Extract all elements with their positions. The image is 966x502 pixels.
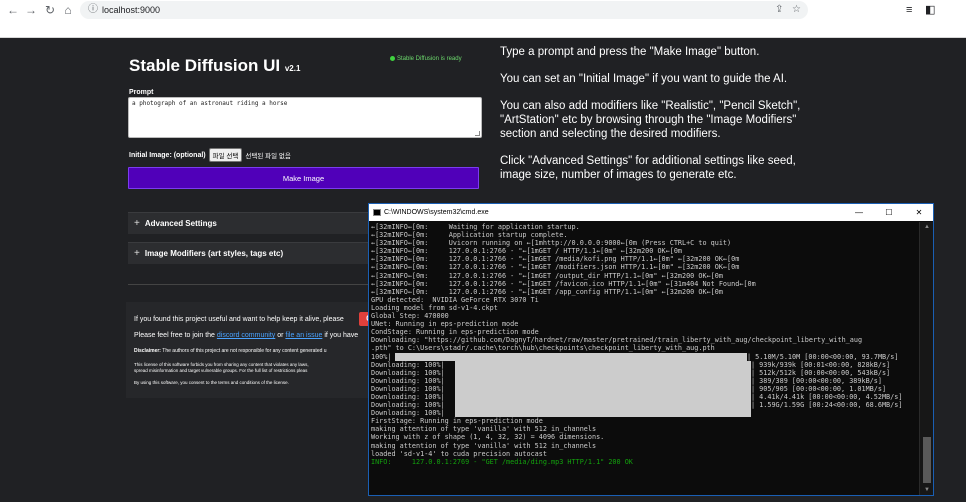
progress-bar [455, 360, 751, 369]
no-file-text: 선택된 파일 없음 [245, 153, 291, 160]
reload-icon[interactable]: ↻ [41, 2, 59, 18]
cmd-line: Global Step: 470000 [371, 312, 449, 321]
cmd-line: ←[32mINFO←[0m: 127.0.0.1:2766 - "←[1mGET… [371, 279, 756, 288]
cmd-line: GPU detected: NVIDIA GeForce RTX 3070 Ti [371, 295, 539, 304]
cmd-line: ←[32mINFO←[0m: 127.0.0.1:2766 - "←[1mGET… [371, 271, 723, 280]
support-section: If you found this project useful and wan… [126, 302, 376, 398]
cmd-line: INFO: 127.0.0.1:2769 - "GET /media/ding.… [371, 457, 633, 466]
cmd-line: Downloading: 100%| [371, 409, 917, 418]
image-modifiers-toggle[interactable]: + Image Modifiers (art styles, tags etc) [128, 242, 378, 264]
cmd-window[interactable]: C:\WINDOWS\system32\cmd.exe — ☐ ✕ ←[32mI… [368, 203, 934, 496]
advanced-settings-toggle[interactable]: + Advanced Settings [128, 212, 378, 234]
prompt-input[interactable]: a photograph of an astronaut riding a ho… [128, 97, 482, 138]
bookmark-star-icon[interactable]: ☆ [792, 1, 801, 19]
cmd-line: ←[32mINFO←[0m: 127.0.0.1:2766 - "←[1mGET… [371, 247, 682, 256]
progress-bar [455, 409, 751, 418]
url-text: localhost:9000 [102, 5, 161, 15]
initial-image-row: Initial Image: (optional) 파일 선택 선택된 파일 없… [129, 148, 291, 162]
cmd-line: ←[32mINFO←[0m: 127.0.0.1:2766 - "←[1mGET… [371, 263, 740, 272]
cmd-line: UNet: Running in eps-prediction mode [371, 320, 519, 329]
initial-image-label: Initial Image: (optional) [129, 151, 206, 159]
home-icon[interactable]: ⌂ [59, 2, 77, 18]
discord-link[interactable]: discord community [217, 332, 275, 339]
cmd-line: CondStage: Running in eps-prediction mod… [371, 328, 539, 337]
status-dot-icon [390, 56, 395, 61]
progress-stats: | 939k/939k [00:01<00:00, 828kB/s] [751, 360, 891, 369]
plus-icon: + [134, 248, 140, 259]
cmd-line: ←[32mINFO←[0m: Waiting for application s… [371, 223, 580, 231]
help-paragraph: Click "Advanced Settings" for additional… [500, 155, 796, 181]
disclaimer-text: Disclaimer: The authors of this project … [134, 348, 327, 354]
cmd-line: Loading model from sd-v1-4.ckpt [371, 303, 498, 312]
cmd-icon [373, 209, 381, 216]
cmd-line: making attention of type 'vanilla' with … [371, 425, 597, 434]
cmd-title: C:\WINDOWS\system32\cmd.exe [384, 209, 489, 216]
cmd-line: Downloading: 100%| | 1.59G/1.59G [00:24<0… [371, 401, 903, 410]
cmd-line: FirstStage: Running in eps-prediction mo… [371, 417, 543, 426]
cmd-line: ←[32mINFO←[0m: Uvicorn running on ←[1mht… [371, 239, 732, 248]
scroll-down-icon[interactable]: ▼ [920, 485, 934, 495]
status-indicator: Stable Diffusion is ready [390, 56, 462, 62]
help-paragraph: Type a prompt and press the "Make Image"… [500, 46, 760, 58]
plus-icon: + [134, 218, 140, 229]
progress-bar [455, 401, 751, 410]
minimize-button[interactable]: — [845, 204, 873, 221]
cmd-line: loaded 'sd-v1-4' to cuda precision autoc… [371, 449, 547, 458]
help-paragraph: You can set an "Initial Image" if you wa… [500, 73, 788, 85]
reading-list-icon[interactable]: ≡ [906, 2, 912, 18]
back-icon[interactable]: ← [4, 2, 22, 18]
cmd-line: Downloading: "https://github.com/DagnyT/… [371, 336, 863, 345]
progress-stats: | 905/905 [00:00<00:00, 1.01MB/s] [751, 384, 887, 393]
progress-bar [455, 384, 751, 393]
side-panel-icon[interactable]: ◧ [925, 2, 935, 18]
share-icon[interactable]: ⇪ [775, 1, 783, 19]
cmd-title-bar[interactable]: C:\WINDOWS\system32\cmd.exe — ☐ ✕ [369, 204, 933, 221]
app-title: Stable Diffusion UI v2.1 [129, 56, 301, 75]
progress-bar [455, 368, 751, 377]
choose-file-button[interactable]: 파일 선택 [208, 148, 243, 162]
close-button[interactable]: ✕ [905, 204, 933, 221]
file-issue-link[interactable]: file an issue [285, 332, 322, 339]
progress-stats: | 4.41k/4.41k [00:00<00:00, 4.52MB/s] [751, 392, 903, 401]
site-info-icon[interactable]: ⓘ [88, 1, 98, 19]
browser-toolbar: ← → ↻ ⌂ ⓘ localhost:9000 ⇪ ☆ ≡ ◧ [0, 0, 966, 38]
cmd-line: ←[32mINFO←[0m: Application startup compl… [371, 231, 568, 240]
support-text: If you found this project useful and wan… [134, 316, 344, 323]
license-text: This license of this software forbids yo… [134, 362, 309, 373]
cmd-line: .pth" to C:\Users\stadr/.cache\torch\hub… [371, 344, 715, 353]
cmd-line: Downloading: 100%| | 389/389 [00:00<00:00… [371, 376, 882, 385]
cmd-line: Downloading: 100%| | 905/905 [00:00<00:00… [371, 384, 887, 393]
prompt-label: Prompt [129, 89, 154, 96]
progress-stats: | 389/389 [00:00<00:00, 389kB/s] [751, 376, 882, 385]
cmd-line: Downloading: 100%| | 4.41k/4.41k [00:00<0… [371, 392, 903, 401]
cmd-line: making attention of type 'vanilla' with … [371, 441, 597, 450]
app-version: v2.1 [284, 64, 301, 73]
cmd-line: ←[32mINFO←[0m: 127.0.0.1:2766 - "←[1mGET… [371, 255, 740, 264]
progress-stats: | 5.10M/5.10M [00:00<00:00, 93.7MB/s] [747, 352, 899, 361]
scroll-thumb[interactable] [923, 437, 931, 483]
help-text: Type a prompt and press the "Make Image"… [500, 45, 830, 195]
forward-icon[interactable]: → [22, 2, 40, 18]
divider [128, 284, 378, 285]
cmd-line: Downloading: 100%| | 939k/939k [00:01<00:… [371, 360, 891, 369]
cmd-line: ←[32mINFO←[0m: 127.0.0.1:2766 - "←[1mGET… [371, 287, 723, 296]
cmd-line: Downloading: 100%| | 512k/512k [00:00<00:… [371, 368, 891, 377]
scroll-up-icon[interactable]: ▲ [920, 222, 934, 232]
cmd-scrollbar[interactable]: ▲ ▼ [919, 222, 933, 495]
maximize-button[interactable]: ☐ [875, 204, 903, 221]
cmd-line: Working with z of shape (1, 4, 32, 32) =… [371, 433, 605, 442]
cmd-output[interactable]: ←[32mINFO←[0m: Waiting for application s… [370, 222, 918, 495]
help-paragraph: You can also add modifiers like "Realist… [500, 100, 801, 140]
make-image-button[interactable]: Make Image [128, 167, 479, 189]
progress-bar [395, 352, 747, 361]
address-bar[interactable]: ⓘ localhost:9000 ⇪ ☆ [80, 1, 808, 19]
progress-stats: | 1.59G/1.59G [00:24<00:00, 68.6MB/s] [751, 401, 903, 410]
community-text: Please feel free to join the discord com… [134, 332, 359, 339]
progress-stats: | 512k/512k [00:00<00:00, 543kB/s] [751, 368, 891, 377]
progress-bar [455, 392, 751, 401]
progress-bar [455, 376, 751, 385]
consent-text: By using this software, you consent to t… [134, 380, 289, 385]
cmd-line: 100%| | 5.10M/5.10M [00:00<00:00, 93.7MB/… [371, 352, 899, 361]
